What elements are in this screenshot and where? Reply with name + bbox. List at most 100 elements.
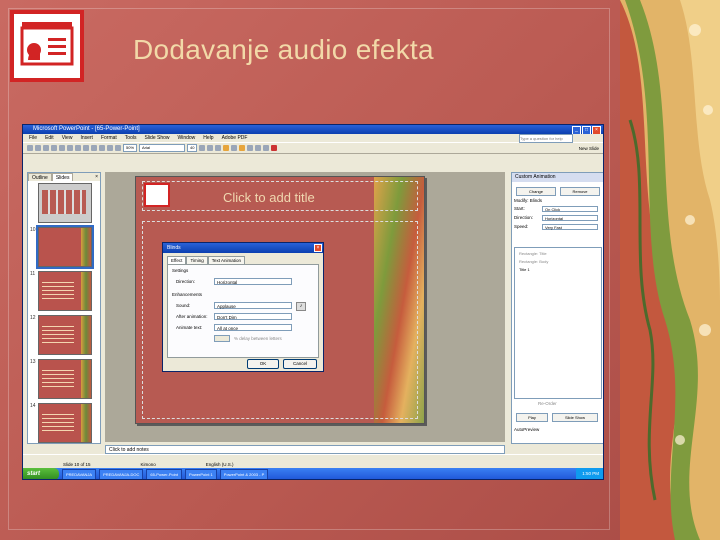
copy-icon[interactable] bbox=[67, 145, 73, 151]
change-button[interactable]: Change bbox=[516, 187, 556, 196]
slide-thumbnail[interactable] bbox=[30, 183, 96, 223]
slide-thumbnail[interactable]: 13 bbox=[30, 359, 96, 399]
align-left-icon[interactable] bbox=[231, 145, 238, 151]
undo-icon[interactable] bbox=[83, 145, 89, 151]
align-center-icon[interactable] bbox=[239, 145, 246, 151]
modify-label: Modify: Blinds bbox=[514, 198, 543, 203]
new-slide-button[interactable]: New Slide bbox=[579, 146, 603, 151]
italic-icon[interactable] bbox=[207, 145, 214, 151]
menu-window[interactable]: Window bbox=[178, 134, 196, 142]
direction-select[interactable]: Horizontal bbox=[214, 278, 292, 285]
paste-icon[interactable] bbox=[75, 145, 81, 151]
menu-edit[interactable]: Edit bbox=[45, 134, 54, 142]
effect-options-dialog: Blinds × Effect Timing Text Animation Se… bbox=[162, 242, 324, 372]
thumbnail-number: 14 bbox=[30, 403, 36, 409]
tab-outline[interactable]: Outline bbox=[28, 173, 52, 181]
tab-text-animation[interactable]: Text Animation bbox=[207, 256, 246, 264]
slide-editor: Click to add title Blinds × Effect Timin… bbox=[105, 172, 505, 442]
direction-label: Direction: bbox=[514, 215, 534, 220]
list-item[interactable]: Rectangle: Body bbox=[519, 259, 548, 264]
remove-button[interactable]: Remove bbox=[560, 187, 600, 196]
taskbar-item[interactable]: 65-Power-Point bbox=[146, 468, 182, 479]
help-icon[interactable] bbox=[115, 145, 121, 151]
chart-icon[interactable] bbox=[99, 145, 105, 151]
workspace: Outline Slides × 10 11 12 13 14 Click to… bbox=[23, 164, 603, 454]
list-item[interactable]: Title 1 bbox=[519, 267, 530, 272]
delay-input[interactable] bbox=[214, 335, 230, 342]
page-title: Dodavanje audio efekta bbox=[133, 34, 434, 65]
menu-format[interactable]: Format bbox=[101, 134, 117, 142]
windows-taskbar: start PREDAVANJA PREDAVANJA-DOC 65-Power… bbox=[23, 468, 603, 479]
font-color-icon[interactable] bbox=[271, 145, 278, 151]
cut-icon[interactable] bbox=[59, 145, 65, 151]
taskbar-item[interactable]: PowerPoint & 2003 - P bbox=[219, 468, 269, 479]
menu-view[interactable]: View bbox=[62, 134, 73, 142]
presentation-logo-icon bbox=[10, 10, 84, 82]
menu-help[interactable]: Help bbox=[203, 134, 213, 142]
play-button[interactable]: Play bbox=[516, 413, 548, 422]
notes-input[interactable]: Click to add notes bbox=[105, 445, 505, 454]
start-select[interactable]: On Click bbox=[542, 206, 598, 212]
underline-icon[interactable] bbox=[215, 145, 222, 151]
redo-icon[interactable] bbox=[91, 145, 97, 151]
slide-thumbnail[interactable]: 12 bbox=[30, 315, 96, 355]
menu-slide-show[interactable]: Slide Show bbox=[144, 134, 169, 142]
cancel-button[interactable]: Cancel bbox=[283, 359, 317, 369]
title-placeholder[interactable]: Click to add title bbox=[142, 181, 418, 211]
tab-effect[interactable]: Effect bbox=[167, 256, 187, 264]
close-pane-icon[interactable]: × bbox=[95, 173, 100, 181]
app-titlebar: Microsoft PowerPoint - [65-Power-Point] … bbox=[23, 125, 603, 135]
menu-insert[interactable]: Insert bbox=[80, 134, 93, 142]
table-icon[interactable] bbox=[107, 145, 113, 151]
open-icon[interactable] bbox=[35, 145, 41, 151]
taskbar-item[interactable]: PREDAVANJA-DOC bbox=[99, 468, 144, 479]
align-right-icon[interactable] bbox=[247, 145, 254, 151]
autopreview-checkbox[interactable]: AutoPreview bbox=[514, 427, 539, 432]
print-icon[interactable] bbox=[51, 145, 57, 151]
slide-show-button[interactable]: Slide Show bbox=[552, 413, 598, 422]
slide-thumbnail[interactable]: 14 bbox=[30, 403, 96, 443]
list-item[interactable]: Rectangle: Title bbox=[519, 251, 547, 256]
save-icon[interactable] bbox=[43, 145, 49, 151]
numbering-icon[interactable] bbox=[263, 145, 270, 151]
thumbnail-number: 13 bbox=[30, 359, 36, 365]
taskbar-item[interactable]: PREDAVANJA bbox=[62, 468, 97, 479]
menu-adobe-pdf[interactable]: Adobe PDF bbox=[222, 134, 248, 142]
animate-text-label: Animate text: bbox=[176, 325, 203, 330]
delay-label: % delay between letters bbox=[234, 336, 282, 341]
task-pane-header: Custom Animation bbox=[512, 173, 603, 182]
slide-thumbnail[interactable]: 11 bbox=[30, 271, 96, 311]
font-select[interactable]: Arial bbox=[139, 144, 186, 152]
bold-icon[interactable] bbox=[199, 145, 206, 151]
shadow-icon[interactable] bbox=[223, 145, 230, 151]
reorder-label[interactable]: Re-Order bbox=[538, 401, 557, 406]
sound-select[interactable]: Applause bbox=[214, 302, 292, 309]
speed-select[interactable]: Very Fast bbox=[542, 224, 598, 230]
tab-timing[interactable]: Timing bbox=[186, 256, 208, 264]
zoom-select[interactable]: 50% bbox=[123, 144, 138, 152]
help-search-input[interactable]: Type a question for help bbox=[519, 134, 573, 143]
after-animation-select[interactable]: Don't Dim bbox=[214, 313, 292, 320]
status-language: English (U.S.) bbox=[205, 462, 234, 467]
menu-bar: File Edit View Insert Format Tools Slide… bbox=[23, 134, 603, 143]
animation-list: Rectangle: Title Rectangle: Body Title 1 bbox=[514, 247, 602, 399]
new-icon[interactable] bbox=[27, 145, 33, 151]
bullets-icon[interactable] bbox=[255, 145, 262, 151]
direction-label: Direction: bbox=[176, 279, 196, 284]
direction-select[interactable]: Horizontal bbox=[542, 215, 598, 221]
animate-text-select[interactable]: All at once bbox=[214, 324, 292, 331]
ok-button[interactable]: OK bbox=[247, 359, 279, 369]
speaker-icon[interactable]: ♪ bbox=[296, 302, 306, 311]
dialog-titlebar: Blinds × bbox=[163, 243, 323, 253]
status-slide: Slide 10 of 15 bbox=[63, 462, 91, 467]
taskbar-item[interactable]: PowerPoint 1 bbox=[184, 468, 217, 479]
menu-file[interactable]: File bbox=[29, 134, 37, 142]
standard-toolbar: 50% Arial 40 New Slide bbox=[23, 142, 603, 154]
dialog-close-icon[interactable]: × bbox=[314, 244, 322, 252]
tab-slides[interactable]: Slides bbox=[51, 173, 74, 181]
slide-thumbnail[interactable]: 10 bbox=[30, 225, 96, 269]
menu-tools[interactable]: Tools bbox=[125, 134, 137, 142]
sound-label: Sound: bbox=[176, 303, 191, 308]
font-size-select[interactable]: 40 bbox=[187, 144, 198, 152]
start-button[interactable]: start bbox=[23, 468, 59, 479]
